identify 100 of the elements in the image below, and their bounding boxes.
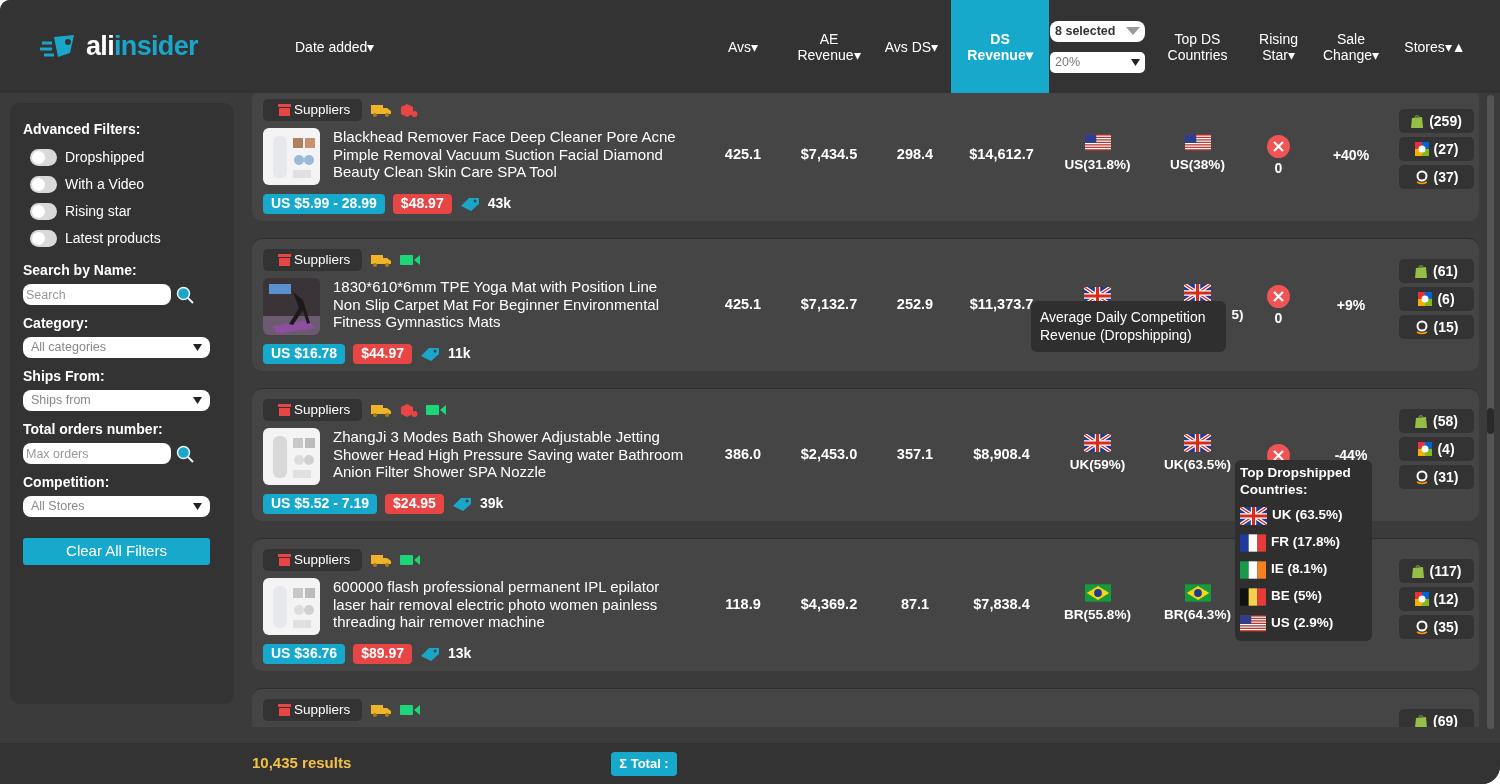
country-share: UK(59%) [1069, 456, 1126, 475]
truck-icon [370, 103, 392, 117]
flag-icon [1084, 134, 1111, 153]
store-logo-icon [1418, 292, 1433, 306]
country-share: BR(55.8%) [1064, 606, 1131, 625]
package-icon [400, 402, 418, 418]
flag-icon [1240, 506, 1267, 525]
store-count-button[interactable]: (58) [1399, 409, 1474, 433]
country-share: US(38%) [1170, 156, 1225, 175]
metric-value: 425.1 [724, 145, 762, 165]
search-icon[interactable] [176, 285, 194, 304]
video-camera-icon [426, 404, 446, 416]
flag-icon [1184, 134, 1211, 153]
product-title[interactable]: Blackhead Remover Face Deep Cleaner Pore Acne Pimple Removal Vacuum Suction Facial Diamond Beauty Clean Skin Care SPA Tool [333, 128, 685, 185]
suppliers-button[interactable]: Suppliers [263, 249, 362, 271]
orders-count: 43k [487, 194, 512, 213]
product-row[interactable] [252, 538, 1479, 671]
flag-icon [1184, 284, 1211, 303]
toggle-switch[interactable] [30, 230, 57, 247]
select-field[interactable]: All categories [23, 337, 210, 358]
column-header[interactable]: Avs DS▾ [884, 38, 939, 55]
metric-value: $14,612.7 [969, 145, 1034, 165]
rising-count: 0 [1274, 309, 1283, 326]
store-count-button[interactable]: (15) [1399, 315, 1474, 339]
store-count-button[interactable]: (37) [1399, 165, 1474, 189]
orders-count: 11k [448, 344, 471, 363]
store-icon [278, 104, 291, 116]
metric-value: $2,453.0 [800, 445, 858, 465]
store-logo-icon [1414, 592, 1429, 606]
price-tag-icon [451, 495, 472, 512]
suppliers-button[interactable]: Suppliers [263, 99, 362, 121]
column-header[interactable]: Date added▾ [295, 38, 375, 55]
results-count: 10,435 results [252, 753, 352, 774]
store-logo-icon [1414, 142, 1429, 156]
column-header[interactable]: Stores▾▲ [1404, 38, 1466, 55]
package-icon [400, 102, 418, 118]
column-header[interactable]: AE Revenue▾ [793, 30, 865, 63]
truck-icon [370, 553, 392, 567]
caret-icon [1131, 58, 1140, 66]
country-share: US (2.9%) [1271, 614, 1334, 633]
toggle-label: With a Video [65, 175, 145, 194]
column-header[interactable]: Top DS Countries [1161, 30, 1234, 63]
sale-price-tag: $24.95 [385, 493, 444, 514]
caret-icon [193, 503, 202, 510]
country-multi-select[interactable]: 8 selected [1050, 20, 1145, 42]
column-header[interactable]: Sale Change▾ [1315, 30, 1387, 63]
video-camera-icon [400, 254, 420, 266]
metric-value: $7,838.4 [973, 595, 1030, 615]
sale-change: +9% [1336, 295, 1366, 315]
filter-label: Competition: [23, 473, 111, 491]
suppliers-button[interactable]: Suppliers [263, 549, 362, 571]
store-count-button[interactable]: (12) [1399, 587, 1474, 611]
product-row[interactable] [252, 388, 1479, 521]
search-icon[interactable] [176, 444, 194, 463]
product-title[interactable]: ZhangJi 3 Modes Bath Shower Adjustable Jetting Shower Head High Pressure Saving water Bathroom Anion Filter Shower SPA Nozzle [333, 428, 685, 485]
metric-value: 252.9 [896, 295, 934, 315]
store-count-button[interactable]: (27) [1399, 137, 1474, 161]
store-count-button[interactable]: (31) [1399, 465, 1474, 489]
search-field[interactable]: Search [23, 284, 171, 305]
flag-icon [1240, 587, 1266, 606]
store-count-button[interactable]: (61) [1399, 259, 1474, 283]
country-share: UK(63.5%) [1164, 456, 1231, 475]
select-field[interactable]: All Stores [23, 496, 210, 517]
percent-select[interactable]: 20% [1050, 51, 1145, 73]
store-count-button[interactable]: (6) [1399, 287, 1474, 311]
metric-value: $8,908.4 [973, 445, 1030, 465]
store-count-button[interactable]: (35) [1399, 615, 1474, 639]
flag-icon [1084, 584, 1111, 603]
scrollbar-thumb[interactable] [1487, 408, 1494, 434]
tooltip-title: Top Dropshipped Countries: [1240, 464, 1352, 498]
suppliers-button[interactable]: Suppliers [263, 699, 362, 721]
store-count-button[interactable]: (117) [1399, 559, 1474, 583]
search-field[interactable]: Max orders [23, 443, 171, 464]
price-range-tag: US $5.52 - 7.19 [263, 493, 378, 514]
column-header[interactable]: Rising Star▾ [1245, 30, 1312, 63]
metric-value: $7,434.5 [800, 145, 858, 165]
suppliers-button[interactable]: Suppliers [263, 399, 362, 421]
caret-icon [193, 344, 202, 351]
toggle-switch[interactable] [30, 176, 57, 193]
toggle-switch[interactable] [30, 149, 57, 166]
store-count-button[interactable]: (4) [1399, 437, 1474, 461]
column-header[interactable]: Avs▾ [727, 38, 759, 55]
metric-value: $7,132.7 [800, 295, 858, 315]
smile-arrow-icon [1414, 319, 1429, 335]
metric-value: $11,373.7 [969, 295, 1034, 315]
toggle-switch[interactable] [30, 203, 57, 220]
product-title[interactable]: 1830*610*6mm TPE Yoga Mat with Position Line Non Slip Carpet Mat For Beginner Environmental Fitness Gymnastics Mats [333, 278, 685, 335]
store-logo-icon [1418, 442, 1433, 456]
store-count-button[interactable]: (259) [1399, 109, 1474, 133]
select-field[interactable]: Ships from [23, 390, 210, 411]
product-row[interactable] [252, 93, 1479, 221]
metric-value: 357.1 [896, 445, 934, 465]
price-tag-icon [420, 345, 440, 362]
store-icon [278, 404, 291, 416]
store-icon [278, 554, 291, 566]
sale-price-tag: $44.97 [353, 343, 412, 364]
product-title[interactable]: 600000 flash professional permanent IPL epilator laser hair removal electric photo women painless threading hair remover machine [333, 578, 685, 635]
country-share: 5) [1231, 306, 1244, 325]
sale-price-tag: $89.97 [353, 643, 412, 664]
toggle-label: Latest products [65, 229, 161, 248]
